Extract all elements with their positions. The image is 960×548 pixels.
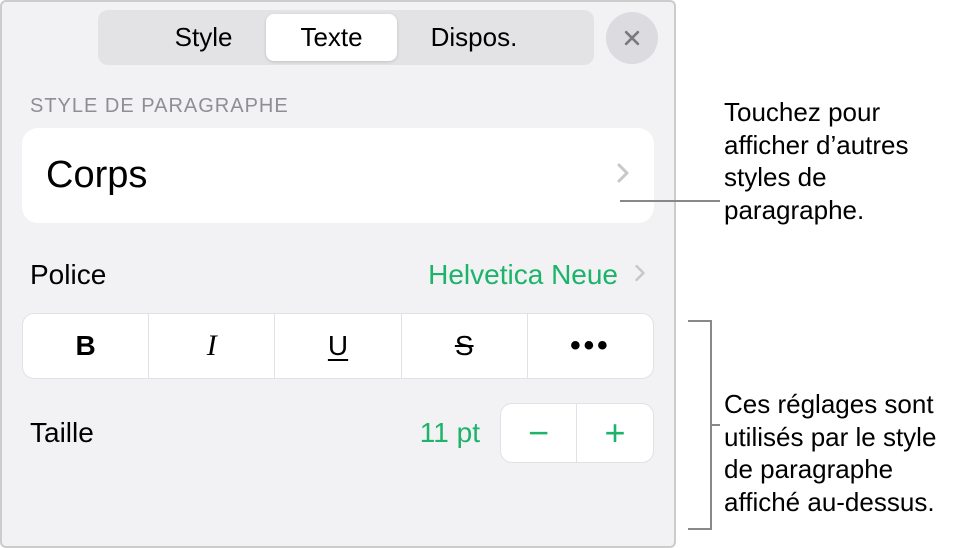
callout-settings: Ces réglages sont utilisés par le style …: [724, 388, 960, 518]
font-label: Police: [30, 259, 106, 291]
chevron-right-icon: [634, 263, 646, 288]
size-increase-button[interactable]: +: [577, 404, 653, 462]
tab-bar: Style Texte Dispos.: [2, 2, 674, 73]
segmented-control: Style Texte Dispos.: [98, 10, 594, 65]
size-stepper: − +: [500, 403, 654, 463]
strike-label: S: [455, 330, 474, 362]
size-decrease-button[interactable]: −: [501, 404, 577, 462]
size-label: Taille: [30, 417, 94, 449]
tab-texte[interactable]: Texte: [266, 14, 396, 61]
underline-button[interactable]: U: [275, 314, 401, 378]
paragraph-style-name: Corps: [46, 154, 147, 197]
size-value: 11 pt: [420, 417, 480, 449]
paragraph-style-selector[interactable]: Corps: [22, 128, 654, 223]
tab-style[interactable]: Style: [141, 14, 267, 61]
callout-leader: [620, 200, 720, 202]
callout-bracket: [688, 320, 712, 530]
bold-button[interactable]: B: [23, 314, 149, 378]
strikethrough-button[interactable]: S: [402, 314, 528, 378]
font-value: Helvetica Neue: [428, 259, 630, 291]
close-icon: [622, 28, 642, 48]
text-style-buttons: B I U S •••: [22, 313, 654, 379]
paragraph-style-section-label: STYLE DE PARAGRAPHE: [2, 73, 674, 128]
font-row[interactable]: Police Helvetica Neue: [2, 247, 674, 303]
more-styles-button[interactable]: •••: [528, 314, 653, 378]
tab-dispos[interactable]: Dispos.: [397, 14, 552, 61]
close-button[interactable]: [606, 12, 658, 64]
chevron-right-icon: [616, 162, 630, 189]
callout-bracket-tick: [710, 424, 720, 426]
format-panel: Style Texte Dispos. STYLE DE PARAGRAPHE …: [0, 0, 676, 548]
italic-button[interactable]: I: [149, 314, 275, 378]
callout-paragraph-styles: Touchez pour afficher d’autres styles de…: [724, 96, 954, 226]
underline-label: U: [328, 330, 348, 362]
size-row: Taille 11 pt − +: [2, 379, 674, 463]
